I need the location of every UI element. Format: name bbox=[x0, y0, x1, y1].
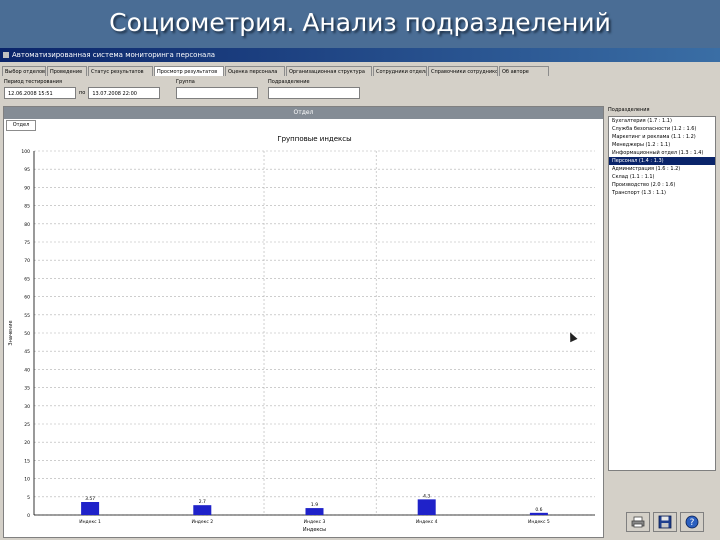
subdivision-item[interactable]: Администрация (1.6 : 1.2) bbox=[609, 165, 715, 173]
bar bbox=[529, 512, 548, 515]
tab-department-staff[interactable]: Сотрудники отдела bbox=[373, 66, 427, 76]
print-button[interactable] bbox=[626, 512, 650, 532]
tab-results-status[interactable]: Статус результатов bbox=[88, 66, 153, 76]
bar-value-label: 0.6 bbox=[535, 507, 542, 513]
y-tick-label: 55 bbox=[24, 313, 30, 319]
window-title: Автоматизированная система мониторинга п… bbox=[12, 51, 216, 59]
bar-value-label: 3.57 bbox=[85, 496, 95, 502]
bar bbox=[81, 502, 100, 515]
y-axis-label: Значение bbox=[8, 320, 14, 345]
y-tick-label: 100 bbox=[21, 149, 30, 155]
y-tick-label: 0 bbox=[27, 513, 30, 519]
chart-title: Групповые индексы bbox=[277, 135, 351, 143]
save-button[interactable] bbox=[653, 512, 677, 532]
subdivision-input[interactable] bbox=[268, 87, 360, 99]
x-tick-label: Индекс 1 bbox=[79, 519, 101, 525]
application-window: Автоматизированная система мониторинга п… bbox=[0, 48, 720, 540]
subdivision-item[interactable]: Менеджеры (1.2 : 1.1) bbox=[609, 141, 715, 149]
tab-select-departments[interactable]: Выбор отделов bbox=[2, 66, 46, 76]
y-tick-label: 50 bbox=[24, 331, 30, 337]
bar bbox=[417, 499, 436, 515]
tab-staff-directories[interactable]: Справочники сотрудников bbox=[428, 66, 498, 76]
slide-title: Социометрия. Анализ подразделений bbox=[109, 8, 611, 37]
group-input[interactable] bbox=[176, 87, 258, 99]
subdivision-item[interactable]: Персонал (1.4 : 1.3) bbox=[609, 157, 715, 165]
y-tick-label: 5 bbox=[27, 495, 30, 501]
date-from-input[interactable]: 12.06.2008 15:51 bbox=[4, 87, 76, 99]
y-tick-label: 10 bbox=[24, 477, 30, 483]
save-icon bbox=[658, 515, 672, 529]
bar bbox=[193, 505, 212, 515]
subdivision-item[interactable]: Производство (2.0 : 1.6) bbox=[609, 181, 715, 189]
y-tick-label: 20 bbox=[24, 440, 30, 446]
subdivision-item[interactable]: Бухгалтерия (1.7 : 1.1) bbox=[609, 117, 715, 125]
bar-chart: Групповые индексы Значение 0 5 10 15 20 25 30 35 4… bbox=[8, 135, 595, 533]
y-tick-label: 75 bbox=[24, 240, 30, 246]
tab-staff-evaluation[interactable]: Оценка персонала bbox=[225, 66, 285, 76]
svg-text:?: ? bbox=[690, 518, 695, 528]
y-tick-label: 85 bbox=[24, 204, 30, 210]
group-filter: Группа bbox=[176, 79, 258, 99]
bar-value-label: 1.9 bbox=[311, 502, 318, 508]
help-button[interactable]: ? bbox=[680, 512, 704, 532]
y-tick-label: 35 bbox=[24, 386, 30, 392]
subdivision-filter-label: Подразделение bbox=[268, 79, 310, 85]
date-to-input[interactable]: 13.07.2008 22:00 bbox=[88, 87, 161, 99]
help-icon: ? bbox=[685, 515, 699, 529]
app-icon bbox=[3, 52, 9, 58]
subdivision-item[interactable]: Склад (1.1 : 1.1) bbox=[609, 173, 715, 181]
y-tick-label: 70 bbox=[24, 258, 30, 264]
y-tick-label: 95 bbox=[24, 167, 30, 173]
x-tick-label: Индекс 4 bbox=[416, 519, 438, 525]
y-tick-label: 30 bbox=[24, 404, 30, 410]
x-tick-label: Индекс 2 bbox=[191, 519, 213, 525]
tab-org-structure[interactable]: Организационная структура bbox=[286, 66, 372, 76]
tab-about[interactable]: Об авторе bbox=[499, 66, 549, 76]
x-tick-label: Индекс 5 bbox=[528, 519, 550, 525]
main-tabs: Выбор отделов Проведение Статус результа… bbox=[0, 66, 720, 76]
subdivision-item[interactable]: Маркетинг и реклама (1.1 : 1.2) bbox=[609, 133, 715, 141]
group-filter-label: Группа bbox=[176, 79, 195, 85]
tab-conduct[interactable]: Проведение bbox=[47, 66, 87, 76]
filter-bar: Период тестирования 12.06.2008 15:51 по … bbox=[0, 77, 720, 102]
subdivisions-title: Подразделения bbox=[608, 107, 650, 113]
y-tick-label: 40 bbox=[24, 367, 30, 373]
subdivision-item[interactable]: Транспорт (1.3 : 1.1) bbox=[609, 189, 715, 197]
bar-value-label: 2.7 bbox=[199, 499, 206, 505]
y-tick-label: 90 bbox=[24, 185, 30, 191]
tab-view-results[interactable]: Просмотр результатов bbox=[154, 66, 224, 76]
x-tick-label: Индекс 3 bbox=[304, 519, 326, 525]
y-tick-label: 45 bbox=[24, 349, 30, 355]
printer-icon bbox=[631, 516, 645, 528]
date-to-prefix: по bbox=[79, 89, 86, 96]
chart-panel: Отдел Отдел Групповые индексы Значение 0 5 1… bbox=[3, 106, 604, 538]
window-titlebar: Автоматизированная система мониторинга п… bbox=[0, 48, 720, 62]
y-tick-label: 25 bbox=[24, 422, 30, 428]
y-tick-label: 60 bbox=[24, 295, 30, 301]
date-filter-label: Период тестирования bbox=[4, 79, 63, 85]
chart-panel-header: Отдел bbox=[4, 107, 603, 119]
subdivision-item[interactable]: Служба безопасности (1.2 : 1.6) bbox=[609, 125, 715, 133]
subdivisions-panel: Подразделения Бухгалтерия (1.7 : 1.1) Слу… bbox=[608, 106, 716, 538]
subdivision-item[interactable]: Информационный отдел (1.3 : 1.4) bbox=[609, 149, 715, 157]
y-tick-label: 15 bbox=[24, 458, 30, 464]
date-filter: Период тестирования 12.06.2008 15:51 по … bbox=[4, 79, 164, 99]
bar-value-label: 4.3 bbox=[423, 493, 430, 499]
y-tick-label: 80 bbox=[24, 222, 30, 228]
subdivisions-list: Бухгалтерия (1.7 : 1.1) Служба безопаснос… bbox=[608, 116, 716, 471]
subdivision-filter: Подразделение bbox=[268, 79, 360, 99]
y-tick-label: 65 bbox=[24, 276, 30, 282]
bar bbox=[305, 508, 324, 515]
x-axis-label: Индексы bbox=[303, 527, 326, 533]
